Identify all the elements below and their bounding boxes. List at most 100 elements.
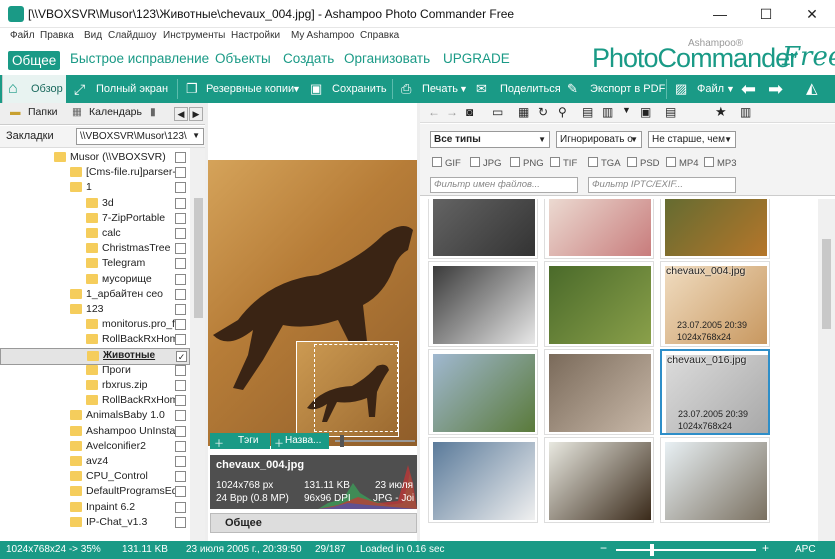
folder-sort-icon[interactable]: ▥ xyxy=(602,105,613,119)
menu-settings[interactable]: Настройки xyxy=(231,30,280,41)
tree-item-checkbox[interactable] xyxy=(175,304,186,315)
filename-filter-input[interactable]: Фильтр имен файлов... xyxy=(430,177,578,193)
menu-view[interactable]: Вид xyxy=(84,30,102,41)
tree-item[interactable]: Проги xyxy=(0,363,190,378)
general-section[interactable]: Общее xyxy=(210,513,417,533)
menu-slideshow[interactable]: Слайдшоу xyxy=(108,30,157,41)
bookmarks-label[interactable]: Закладки xyxy=(6,130,54,142)
search-icon[interactable]: ⚲ xyxy=(558,105,567,119)
thumbnail-eagle[interactable] xyxy=(544,437,654,523)
tree-item[interactable]: Ashampoo UnInstall xyxy=(0,424,190,439)
overview-button[interactable]: ⌂ Обзор xyxy=(2,75,66,103)
tags-button[interactable]: ＋ Тэги xyxy=(210,433,270,450)
forward-arrow-icon[interactable]: ➡ xyxy=(768,75,790,103)
thumbnail-cats[interactable] xyxy=(428,199,538,259)
tree-item[interactable]: avz4 xyxy=(0,454,190,469)
tree-item[interactable]: 123 xyxy=(0,302,190,317)
menu-file[interactable]: Файл xyxy=(10,30,35,41)
psd-checkbox[interactable]: PSD xyxy=(627,157,660,169)
tab-folders[interactable]: Папки xyxy=(28,106,58,118)
tree-item-checkbox[interactable] xyxy=(175,288,186,300)
tree-item[interactable]: Telegram xyxy=(0,256,190,271)
camera-icon[interactable]: ◙ xyxy=(466,105,473,119)
print-button[interactable]: ⎙ Печать ▼ xyxy=(399,75,469,103)
mp3-checkbox[interactable]: MP3 xyxy=(704,157,737,169)
back-arrow-icon[interactable]: ⬅ xyxy=(741,75,763,103)
tree-scroll-thumb[interactable] xyxy=(194,198,203,318)
thumbnail-frogs[interactable] xyxy=(544,261,654,347)
tree-item[interactable]: DefaultProgramsEdi xyxy=(0,484,190,499)
navigator-frame[interactable] xyxy=(314,344,398,432)
tree-item-checkbox[interactable] xyxy=(175,167,186,179)
minimize-button[interactable]: — xyxy=(697,0,743,28)
category-create[interactable]: Создать xyxy=(283,51,334,66)
tree-item-checkbox[interactable] xyxy=(175,395,186,407)
names-button[interactable]: ＋ Назва... xyxy=(271,433,329,449)
category-quick-fix[interactable]: Быстрое исправление xyxy=(70,51,209,66)
iptc-filter-input[interactable]: Фильтр IPTC/EXIF... xyxy=(588,177,736,193)
path-select[interactable]: \\VBOXSVR\Musor\123\ ▼ xyxy=(76,128,204,145)
jpg-checkbox[interactable]: JPG xyxy=(470,157,501,169)
refresh-icon[interactable]: ↻ xyxy=(538,105,548,119)
grid-scroll-thumb[interactable] xyxy=(822,239,831,329)
close-button[interactable]: ✕ xyxy=(789,0,835,28)
category-organize[interactable]: Организовать xyxy=(344,51,430,66)
tree-item[interactable]: CPU_Control xyxy=(0,469,190,484)
tree-item-checkbox[interactable] xyxy=(175,258,186,270)
chevron-down-icon[interactable]: ▼ xyxy=(622,105,631,115)
tree-item-checkbox[interactable] xyxy=(175,456,186,467)
thumbnail-horse-run[interactable]: chevaux_004.jpg 23.07.2005 20:39 1024x768x… xyxy=(660,261,770,347)
thumbnail-kitten[interactable] xyxy=(544,199,654,259)
tree-item[interactable]: Musor (\\VBOXSVR) xyxy=(0,150,190,165)
menu-my-ashampoo[interactable]: My Ashampoo xyxy=(291,30,354,41)
zoom-slider-status[interactable] xyxy=(616,549,756,551)
menu-help[interactable]: Справка xyxy=(360,30,399,41)
share-button[interactable]: ✉ Поделиться xyxy=(474,75,561,103)
zoom-thumb-status[interactable] xyxy=(650,544,654,556)
tree-item-checkbox[interactable] xyxy=(175,516,186,528)
tree-item[interactable]: 1_арбайтен сео xyxy=(0,287,190,302)
tree-item-checkbox[interactable] xyxy=(175,471,186,483)
thumbnail-horses[interactable] xyxy=(428,349,538,435)
tree-item[interactable]: monitorus.pro_f xyxy=(0,317,190,332)
tree-item[interactable]: Avelconifier2 xyxy=(0,439,190,454)
tree-item-checkbox[interactable] xyxy=(175,440,186,452)
tree-item-checkbox[interactable] xyxy=(175,197,186,209)
mp4-checkbox[interactable]: MP4 xyxy=(666,157,699,169)
menu-edit[interactable]: Правка xyxy=(40,30,74,41)
tree-item[interactable]: calc xyxy=(0,226,190,241)
category-general[interactable]: Общее xyxy=(8,51,61,70)
tga-checkbox[interactable]: TGA xyxy=(588,157,621,169)
tree-item-checkbox[interactable] xyxy=(175,486,186,498)
zoom-in-icon[interactable]: + xyxy=(762,541,769,555)
tree-item[interactable]: AnimalsBaby 1.0 xyxy=(0,408,190,423)
star-icon[interactable]: ★ xyxy=(715,104,727,120)
tree-item[interactable]: 7-ZipPortable xyxy=(0,211,190,226)
backups-button[interactable]: ❐ Резервные копии ▼ xyxy=(184,75,304,103)
tree-item-checkbox[interactable] xyxy=(175,425,186,437)
tree-item[interactable]: RollBackRxHom xyxy=(0,393,190,408)
fullscreen-button[interactable]: ⤢ Полный экран xyxy=(72,75,172,103)
tree-item-checkbox[interactable] xyxy=(175,380,186,391)
thumbnail-deer[interactable] xyxy=(660,199,770,259)
png-checkbox[interactable]: PNG xyxy=(510,157,544,169)
category-upgrade[interactable]: UPGRADE xyxy=(443,51,510,66)
tree-item[interactable]: мусорище xyxy=(0,272,190,287)
tree-item-checkbox[interactable] xyxy=(175,182,186,194)
maximize-button[interactable]: ☐ xyxy=(743,0,789,28)
thumbnail-polar-bear[interactable] xyxy=(428,437,538,523)
tab-calendar[interactable]: Календарь xyxy=(89,106,142,118)
grid-scrollbar[interactable] xyxy=(818,199,835,541)
thumbnail-horse-grey[interactable]: chevaux_016.jpg 23.07.2005 20:39 1024x768x… xyxy=(660,349,770,435)
list-view-icon[interactable]: ▤ xyxy=(665,105,676,119)
ignore-filter-select[interactable]: Игнорировать о ▼ xyxy=(556,131,642,148)
tree-item[interactable]: IP-Chat_v1.3 xyxy=(0,515,190,530)
forward-icon[interactable]: → xyxy=(446,105,458,119)
tree-item-checkbox[interactable] xyxy=(175,228,186,239)
tree-item-checkbox[interactable] xyxy=(175,364,186,376)
category-objects[interactable]: Объекты xyxy=(215,51,271,66)
zoom-out-icon[interactable]: − xyxy=(600,541,607,555)
tab-prev-icon[interactable]: ◀ xyxy=(174,107,188,121)
tree-item-checkbox[interactable] xyxy=(175,273,186,285)
tab-next-icon[interactable]: ▶ xyxy=(189,107,203,121)
